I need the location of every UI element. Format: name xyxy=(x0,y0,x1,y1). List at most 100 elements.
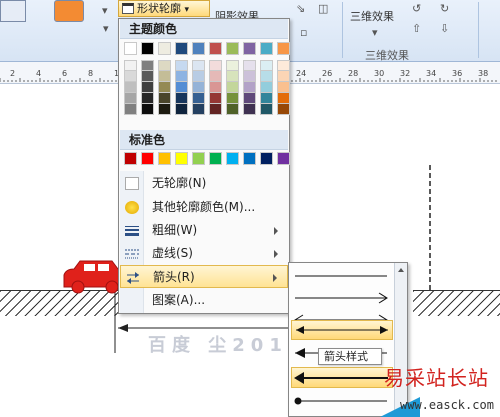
color-swatch[interactable] xyxy=(158,60,171,71)
arrow-style-end-open-icon xyxy=(295,292,388,304)
color-swatch[interactable] xyxy=(141,104,154,115)
arrow-style-option-selected[interactable] xyxy=(291,320,393,340)
scroll-up-icon[interactable] xyxy=(398,268,404,272)
color-swatch[interactable] xyxy=(260,82,273,93)
menu-item-pattern[interactable]: 图案(A)... xyxy=(120,289,288,312)
color-swatch[interactable] xyxy=(243,60,256,71)
color-swatch[interactable] xyxy=(209,42,222,55)
color-swatch[interactable] xyxy=(192,152,205,165)
color-swatch[interactable] xyxy=(209,93,222,104)
color-swatch[interactable] xyxy=(158,42,171,55)
color-swatch[interactable] xyxy=(192,82,205,93)
color-swatch[interactable] xyxy=(277,82,290,93)
menu-item-weight[interactable]: 粗细(W) xyxy=(120,219,288,242)
color-swatch[interactable] xyxy=(141,93,154,104)
color-swatch[interactable] xyxy=(124,60,137,71)
color-swatch[interactable] xyxy=(175,93,188,104)
menu-item-arrows[interactable]: 箭头(R) xyxy=(120,265,288,288)
color-swatch[interactable] xyxy=(124,42,137,55)
color-swatch[interactable] xyxy=(158,82,171,93)
color-swatch[interactable] xyxy=(124,152,137,165)
color-swatch[interactable] xyxy=(175,82,188,93)
shadow-small-icon[interactable]: ▫ xyxy=(300,26,307,39)
color-swatch[interactable] xyxy=(141,42,154,55)
color-swatch[interactable] xyxy=(175,71,188,82)
color-swatch[interactable] xyxy=(260,71,273,82)
color-swatch[interactable] xyxy=(175,42,188,55)
color-swatch[interactable] xyxy=(277,60,290,71)
shape-fill-swatch[interactable] xyxy=(0,0,26,22)
color-swatch[interactable] xyxy=(175,104,188,115)
color-swatch[interactable] xyxy=(277,71,290,82)
menu-item-dashes[interactable]: 虚线(S) xyxy=(120,242,288,265)
color-swatch[interactable] xyxy=(141,152,154,165)
color-swatch[interactable] xyxy=(209,152,222,165)
color-swatch[interactable] xyxy=(260,104,273,115)
theme-color-grid xyxy=(124,42,290,115)
shape-fill-button[interactable] xyxy=(54,0,84,22)
color-swatch[interactable] xyxy=(124,104,137,115)
color-swatch[interactable] xyxy=(277,42,290,55)
color-swatch[interactable] xyxy=(226,71,239,82)
theme-colors-header: 主题颜色 xyxy=(120,19,288,39)
color-swatch[interactable] xyxy=(192,71,205,82)
color-swatch[interactable] xyxy=(141,60,154,71)
menu-item-no-outline[interactable]: 无轮廓(N) xyxy=(120,172,288,195)
menu-item-more-colors[interactable]: 其他轮廓颜色(M)... xyxy=(120,196,288,219)
color-swatch[interactable] xyxy=(124,71,137,82)
tilt-right-icon[interactable]: ↻ xyxy=(440,2,449,15)
color-swatch[interactable] xyxy=(209,82,222,93)
fill-dropdown-icon[interactable]: ▾ xyxy=(102,4,108,17)
color-swatch[interactable] xyxy=(243,93,256,104)
color-swatch[interactable] xyxy=(260,42,273,55)
color-swatch[interactable] xyxy=(243,42,256,55)
more-styles-icon[interactable]: ▾ xyxy=(103,22,109,35)
color-swatch[interactable] xyxy=(158,71,171,82)
color-swatch[interactable] xyxy=(175,152,188,165)
color-swatch[interactable] xyxy=(141,71,154,82)
arrow-style-option[interactable] xyxy=(291,391,393,412)
color-swatch[interactable] xyxy=(124,93,137,104)
color-swatch[interactable] xyxy=(243,71,256,82)
nudge-shadow-icon[interactable]: ⇘ xyxy=(296,2,305,15)
color-swatch[interactable] xyxy=(192,104,205,115)
shape-outline-button[interactable]: 形状轮廓 ▾ xyxy=(118,0,210,17)
color-swatch[interactable] xyxy=(175,60,188,71)
color-swatch[interactable] xyxy=(226,93,239,104)
color-swatch[interactable] xyxy=(260,60,273,71)
color-swatch[interactable] xyxy=(226,152,239,165)
arrow-style-option[interactable] xyxy=(291,288,393,309)
color-swatch[interactable] xyxy=(226,104,239,115)
color-swatch[interactable] xyxy=(226,42,239,55)
theme-color-column xyxy=(192,42,205,115)
shadow-toggle-icon[interactable]: ◫ xyxy=(318,2,328,15)
color-swatch[interactable] xyxy=(158,104,171,115)
color-swatch[interactable] xyxy=(243,152,256,165)
tilt-down-icon[interactable]: ⇩ xyxy=(440,22,449,35)
color-swatch[interactable] xyxy=(124,82,137,93)
color-swatch[interactable] xyxy=(141,82,154,93)
color-swatch[interactable] xyxy=(226,60,239,71)
color-swatch[interactable] xyxy=(260,152,273,165)
color-swatch[interactable] xyxy=(192,60,205,71)
color-swatch[interactable] xyxy=(277,152,290,165)
color-swatch[interactable] xyxy=(158,152,171,165)
color-swatch[interactable] xyxy=(243,82,256,93)
tilt-up-icon[interactable]: ⇧ xyxy=(412,22,421,35)
color-swatch[interactable] xyxy=(209,60,222,71)
tilt-left-icon[interactable]: ↺ xyxy=(412,2,421,15)
color-swatch[interactable] xyxy=(277,93,290,104)
color-swatch[interactable] xyxy=(192,42,205,55)
color-swatch[interactable] xyxy=(209,71,222,82)
color-swatch[interactable] xyxy=(243,104,256,115)
color-swatch[interactable] xyxy=(277,104,290,115)
color-swatch[interactable] xyxy=(192,93,205,104)
arrow-style-option-hover[interactable] xyxy=(291,367,393,388)
3d-dropdown-icon[interactable]: ▾ xyxy=(372,26,378,39)
color-swatch[interactable] xyxy=(226,82,239,93)
color-swatch[interactable] xyxy=(158,93,171,104)
arrow-style-option[interactable] xyxy=(291,266,393,287)
color-swatch[interactable] xyxy=(260,93,273,104)
3d-effects-label[interactable]: 三维效果 xyxy=(350,8,394,24)
color-swatch[interactable] xyxy=(209,104,222,115)
